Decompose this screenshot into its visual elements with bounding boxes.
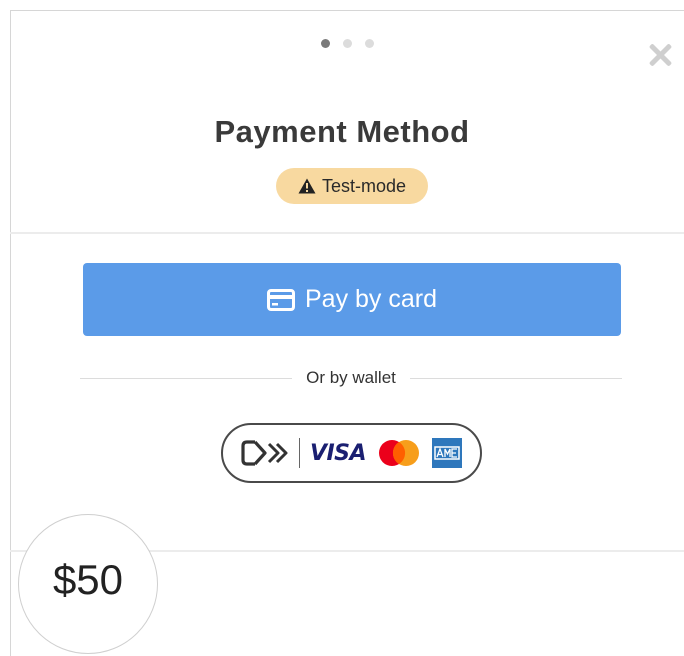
page-title: Payment Method <box>214 114 470 149</box>
warning-icon <box>298 178 316 194</box>
wallet-divider: Or by wallet <box>80 366 622 390</box>
close-icon[interactable] <box>646 41 674 69</box>
amex-icon <box>432 438 463 468</box>
credit-card-icon <box>266 288 295 311</box>
wallet-separator <box>298 438 300 468</box>
pay-by-card-button[interactable]: Pay by card <box>83 263 621 336</box>
test-mode-badge: Test-mode <box>276 168 428 204</box>
amount-display: $50 <box>18 514 158 654</box>
step-dot-1 <box>321 39 330 48</box>
link-icon <box>241 440 288 466</box>
step-dot-2 <box>343 39 352 48</box>
header-divider <box>10 232 684 234</box>
wallet-divider-label: Or by wallet <box>306 368 396 387</box>
pay-by-card-label: Pay by card <box>304 285 437 313</box>
step-dot-3 <box>365 39 374 48</box>
badge-label: Test-mode <box>321 175 407 196</box>
step-indicator <box>11 39 684 48</box>
divider-line-right <box>409 377 622 379</box>
visa-logo: VISA <box>309 440 367 466</box>
divider-line-left <box>80 377 293 379</box>
mastercard-icon <box>379 440 420 466</box>
wallet-pay-button[interactable]: VISA <box>221 423 482 483</box>
